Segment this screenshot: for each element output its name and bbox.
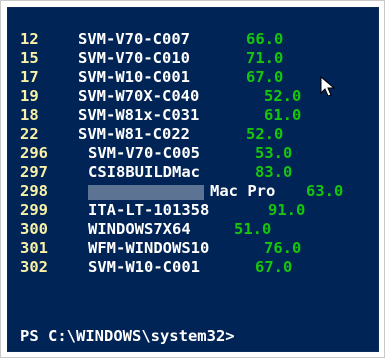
machine-value: 52.0 (246, 125, 284, 143)
line-number: 15 (20, 49, 39, 67)
machine-name: SVM-V70-C010 (78, 49, 190, 67)
line-number: 299 (20, 201, 48, 219)
machine-name: SVM-W70X-C040 (78, 87, 200, 105)
machine-name: SVM-W81-C022 (78, 125, 190, 143)
line-number: 297 (20, 163, 48, 181)
line-number: 298 (20, 182, 48, 200)
redacted-text-block (88, 185, 204, 200)
line-number: 300 (20, 220, 48, 238)
machine-name: SVM-V70-C005 (88, 144, 200, 162)
machine-name: SVM-W10-C001 (88, 258, 200, 276)
machine-value: 63.0 (306, 182, 344, 200)
command-prompt[interactable]: PS C:\WINDOWS\system32> (20, 327, 235, 346)
machine-value: 71.0 (246, 49, 284, 67)
machine-name: CSI8BUILDMac (88, 163, 200, 181)
mouse-pointer-icon (320, 76, 336, 97)
machine-name: WINDOWS7X64 (88, 220, 191, 238)
machine-value: 67.0 (246, 68, 284, 86)
machine-value: 91.0 (268, 201, 306, 219)
machine-value: 83.0 (255, 163, 293, 181)
line-number: 19 (20, 87, 39, 105)
machine-name: SVM-V70-C007 (78, 30, 190, 48)
line-number: 302 (20, 258, 48, 276)
screenshot-frame: 12 SVM-V70-C007 66.0 15 SVM-V70-C010 71.… (0, 0, 385, 358)
machine-value: 51.0 (234, 220, 272, 238)
line-number: 12 (20, 30, 39, 48)
machine-name: Mac Pro (210, 182, 276, 200)
line-number: 296 (20, 144, 48, 162)
machine-value: 76.0 (264, 239, 302, 257)
machine-name: WFM-WINDOWS10 (88, 239, 210, 257)
line-number: 22 (20, 125, 39, 143)
powershell-console[interactable]: 12 SVM-V70-C007 66.0 15 SVM-V70-C010 71.… (7, 7, 379, 352)
machine-value: 67.0 (255, 258, 293, 276)
line-number: 17 (20, 68, 39, 86)
machine-value: 66.0 (246, 30, 284, 48)
machine-name: ITA-LT-101358 (88, 201, 210, 219)
line-number: 18 (20, 106, 39, 124)
machine-name: SVM-W10-C001 (78, 68, 190, 86)
machine-value: 53.0 (255, 144, 293, 162)
machine-name: SVM-W81x-C031 (78, 106, 200, 124)
machine-value: 61.0 (264, 106, 302, 124)
line-number: 301 (20, 239, 48, 257)
machine-value: 52.0 (264, 87, 302, 105)
